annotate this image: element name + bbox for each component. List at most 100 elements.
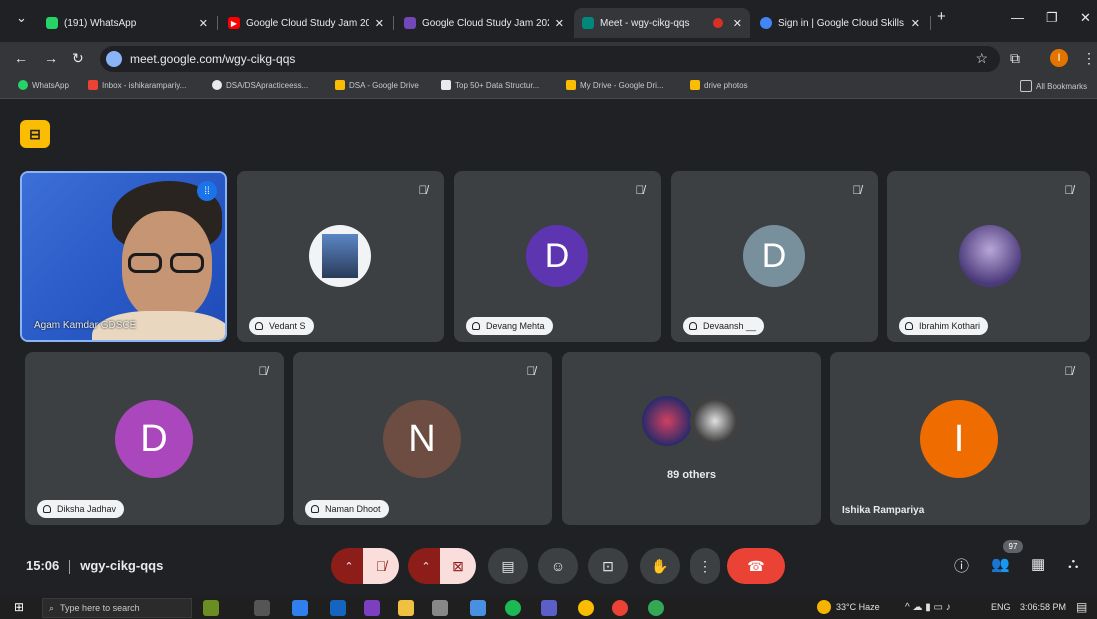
mic-off-icon: 🎙̸ — [258, 364, 268, 378]
others-tile[interactable]: 89 others — [562, 352, 821, 525]
close-window-button[interactable]: ✕ — [1080, 10, 1091, 26]
tab-cloud-skills[interactable]: Sign in | Google Cloud Skills Bo ✕ — [752, 8, 928, 38]
maximize-button[interactable]: ❐ — [1046, 10, 1058, 26]
chrome-icon[interactable] — [648, 600, 664, 616]
audio-settings-button[interactable]: ⌃ — [331, 548, 367, 584]
participant-tile-diksha[interactable]: 🎙̸ D Diksha Jadhav — [25, 352, 284, 525]
bookmark-github[interactable]: DSA/DSApracticeess... — [212, 80, 308, 90]
app-icon[interactable] — [330, 600, 346, 616]
visual-studio-icon[interactable] — [364, 600, 380, 616]
reactions-button[interactable]: ☺ — [538, 548, 578, 584]
bookmark-my-drive[interactable]: My Drive - Google Dri... — [566, 80, 664, 90]
page-icon — [441, 80, 451, 90]
present-button[interactable]: ⊡ — [588, 548, 628, 584]
tray-icons[interactable]: ^ ☁ ▮ ▭ ♪ — [905, 602, 951, 613]
info-icon: ⓘ — [954, 558, 970, 575]
participant-tile-ibrahim[interactable]: 🎙̸ Ibrahim Kothari — [887, 171, 1090, 342]
tab-study-jam-1[interactable]: ▶ Google Cloud Study Jam 2024 ✕ — [220, 8, 392, 38]
bookmark-gmail[interactable]: Inbox - ishikarampariy... — [88, 80, 186, 90]
recording-icon — [712, 18, 723, 28]
settings-gear-icon[interactable] — [432, 600, 448, 616]
meeting-info-button[interactable]: ⊟ — [20, 120, 50, 148]
weather-text: 33°C Haze — [836, 602, 880, 612]
participant-tile-vedant[interactable]: 🎙̸ Vedant S — [237, 171, 444, 342]
teams-icon[interactable] — [541, 600, 557, 616]
chat-icon: ▦ — [1031, 556, 1046, 573]
chevron-up-icon: ⌃ — [421, 560, 431, 573]
bookmark-top-50[interactable]: Top 50+ Data Structur... — [441, 80, 539, 90]
participant-name: Agam Kamdar GDSCE — [34, 320, 137, 331]
raise-hand-button[interactable]: ✋ — [640, 548, 680, 584]
more-options-button[interactable]: ⋮ — [690, 548, 720, 584]
more-vert-icon: ⋮ — [698, 557, 712, 574]
extensions-icon[interactable]: ⧉ — [1010, 50, 1020, 67]
participant-tile-devang[interactable]: 🎙̸ D Devang Mehta — [454, 171, 661, 342]
address-bar[interactable]: meet.google.com/wgy-cikg-qqs ☆ — [100, 46, 1000, 72]
mic-toggle-button[interactable]: 🎙̸ — [363, 548, 399, 584]
bookmark-label: DSA/DSApracticeess... — [226, 80, 309, 90]
participant-count-badge: 97 — [1003, 540, 1023, 553]
participant-video — [92, 181, 225, 340]
notification-icon[interactable]: ▤ — [1076, 600, 1087, 614]
task-view-icon[interactable] — [254, 600, 270, 616]
participant-tile-agam[interactable]: ⁞⁞ Agam Kamdar GDSCE — [20, 171, 227, 342]
chrome-icon[interactable] — [578, 600, 594, 616]
edge-icon[interactable] — [292, 600, 308, 616]
tab-whatsapp[interactable]: (191) WhatsApp ✕ — [38, 8, 216, 38]
all-bookmarks[interactable]: All Bookmarks — [1020, 80, 1087, 92]
tab-divider — [393, 16, 394, 30]
bookmark-star-icon[interactable]: ☆ — [975, 50, 988, 67]
tab-meet[interactable]: Meet - wgy-cikg-qqs ✕ — [574, 8, 750, 38]
language-indicator[interactable]: ENG — [991, 602, 1011, 612]
avatar — [309, 225, 371, 287]
name-tag: Ibrahim Kothari — [899, 317, 989, 335]
activities-button[interactable]: ⛬ — [1068, 555, 1079, 572]
minimize-button[interactable]: — — [1011, 10, 1024, 25]
back-button[interactable]: ← — [14, 50, 28, 66]
participant-tile-ishika[interactable]: 🎙̸ I Ishika Rampariya — [830, 352, 1090, 525]
avatar — [959, 225, 1021, 287]
bookmark-whatsapp[interactable]: WhatsApp — [18, 80, 69, 90]
new-tab-button[interactable]: + — [937, 8, 946, 25]
widget-icon[interactable] — [203, 600, 219, 616]
profile-avatar[interactable]: I — [1050, 49, 1068, 67]
avatar-initial: D — [140, 417, 168, 460]
close-icon[interactable]: ✕ — [199, 17, 208, 30]
taskbar-search[interactable]: ⌕ Type here to search — [42, 598, 192, 618]
close-icon[interactable]: ✕ — [911, 17, 920, 30]
search-icon: ⌕ — [49, 602, 55, 613]
tab-search-icon[interactable]: ⌄ — [16, 10, 27, 26]
bookmark-drive-photos[interactable]: drive photos — [690, 80, 748, 90]
app-icon[interactable] — [470, 600, 486, 616]
chat-button[interactable]: ▦ — [1031, 555, 1045, 573]
bookmark-dsa-drive[interactable]: DSA - Google Drive — [335, 80, 419, 90]
emoji-icon: ☺ — [550, 558, 566, 574]
participant-name: Devaansh __ — [703, 321, 757, 331]
google-cloud-icon — [760, 17, 772, 29]
chrome-icon[interactable] — [612, 600, 628, 616]
file-explorer-icon[interactable] — [398, 600, 414, 616]
tab-study-jam-2[interactable]: Google Cloud Study Jam 2024 ✕ — [396, 8, 572, 38]
leave-call-button[interactable]: ☎ — [727, 548, 785, 584]
site-info-icon[interactable] — [106, 51, 122, 67]
forward-button[interactable]: → — [44, 50, 58, 66]
close-icon[interactable]: ✕ — [375, 17, 384, 30]
close-icon[interactable]: ✕ — [555, 17, 564, 30]
menu-kebab-icon[interactable]: ⋮ — [1082, 50, 1096, 67]
people-button[interactable]: 👥 — [991, 555, 1010, 573]
pin-icon — [472, 322, 480, 330]
windows-start-icon[interactable]: ⊞ — [14, 600, 30, 616]
captions-button[interactable]: ▤ — [488, 548, 528, 584]
reload-button[interactable]: ↻ — [72, 50, 84, 67]
camera-toggle-button[interactable]: ⊠ — [440, 548, 476, 584]
close-icon[interactable]: ✕ — [733, 17, 742, 30]
video-settings-button[interactable]: ⌃ — [408, 548, 444, 584]
participant-tile-devaansh[interactable]: 🎙̸ D Devaansh __ — [671, 171, 878, 342]
chevron-up-icon: ⌃ — [344, 560, 354, 573]
spotify-icon[interactable] — [505, 600, 521, 616]
participant-tile-naman[interactable]: 🎙̸ N Naman Dhoot — [293, 352, 552, 525]
bookmark-label: My Drive - Google Dri... — [580, 80, 664, 90]
meeting-details-button[interactable]: ⓘ — [954, 555, 969, 576]
taskbar-clock[interactable]: 3:06:58 PM — [1020, 602, 1066, 612]
others-count-label: 89 others — [667, 469, 716, 481]
